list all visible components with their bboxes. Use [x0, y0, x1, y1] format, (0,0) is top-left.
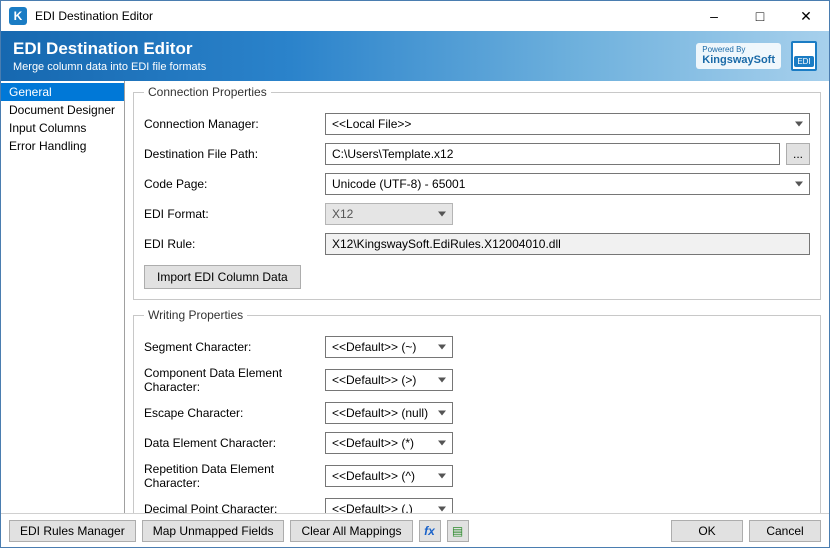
- sidebar: General Document Designer Input Columns …: [1, 81, 125, 513]
- edi-format-label: EDI Format:: [144, 207, 319, 221]
- column-icon-button[interactable]: ▤: [447, 520, 469, 542]
- writing-properties: Writing Properties Segment Character: <<…: [133, 308, 821, 513]
- edi-rule-label: EDI Rule:: [144, 237, 319, 251]
- logo-powered-by: Powered By: [702, 46, 775, 54]
- segment-char-select[interactable]: <<Default>> (~): [325, 336, 453, 358]
- segment-char-label: Segment Character:: [144, 340, 319, 354]
- component-data-elem-select[interactable]: <<Default>> (>): [325, 369, 453, 391]
- window-title: EDI Destination Editor: [35, 9, 691, 23]
- ok-button[interactable]: OK: [671, 520, 743, 542]
- edi-rules-manager-button[interactable]: EDI Rules Manager: [9, 520, 136, 542]
- sidebar-item-error-handling[interactable]: Error Handling: [1, 137, 124, 155]
- maximize-button[interactable]: □: [737, 1, 783, 31]
- window: K EDI Destination Editor – □ ✕ EDI Desti…: [0, 0, 830, 548]
- banner-logo: Powered By KingswaySoft EDI: [696, 41, 817, 71]
- banner: EDI Destination Editor Merge column data…: [1, 31, 829, 81]
- writing-legend: Writing Properties: [144, 308, 247, 322]
- connection-legend: Connection Properties: [144, 85, 271, 99]
- edi-rule-input: [325, 233, 810, 255]
- connection-manager-label: Connection Manager:: [144, 117, 319, 131]
- code-page-select[interactable]: Unicode (UTF-8) - 65001: [325, 173, 810, 195]
- window-controls: – □ ✕: [691, 1, 829, 31]
- content: General Document Designer Input Columns …: [1, 81, 829, 513]
- connection-properties: Connection Properties Connection Manager…: [133, 85, 821, 300]
- browse-button[interactable]: ...: [786, 143, 810, 165]
- decimal-point-label: Decimal Point Character:: [144, 502, 319, 513]
- main-panel: Connection Properties Connection Manager…: [125, 81, 829, 513]
- minimize-button[interactable]: –: [691, 1, 737, 31]
- banner-title: EDI Destination Editor: [13, 39, 696, 59]
- sidebar-item-input-columns[interactable]: Input Columns: [1, 119, 124, 137]
- code-page-label: Code Page:: [144, 177, 319, 191]
- banner-subtitle: Merge column data into EDI file formats: [13, 61, 696, 73]
- sidebar-item-general[interactable]: General: [1, 83, 124, 101]
- destination-path-label: Destination File Path:: [144, 147, 319, 161]
- clear-all-mappings-button[interactable]: Clear All Mappings: [290, 520, 412, 542]
- map-unmapped-fields-button[interactable]: Map Unmapped Fields: [142, 520, 285, 542]
- cancel-button[interactable]: Cancel: [749, 520, 821, 542]
- edi-file-icon: EDI: [791, 41, 817, 71]
- edi-format-select: X12: [325, 203, 453, 225]
- titlebar: K EDI Destination Editor – □ ✕: [1, 1, 829, 31]
- repetition-data-elem-select[interactable]: <<Default>> (^): [325, 465, 453, 487]
- data-elem-select[interactable]: <<Default>> (*): [325, 432, 453, 454]
- decimal-point-select[interactable]: <<Default>> (.): [325, 498, 453, 513]
- expression-icon-button[interactable]: fx: [419, 520, 441, 542]
- app-icon: K: [9, 7, 27, 25]
- logo-name: KingswaySoft: [702, 54, 775, 66]
- import-edi-column-data-button[interactable]: Import EDI Column Data: [144, 265, 301, 289]
- data-elem-label: Data Element Character:: [144, 436, 319, 450]
- sidebar-item-document-designer[interactable]: Document Designer: [1, 101, 124, 119]
- escape-char-select[interactable]: <<Default>> (null): [325, 402, 453, 424]
- edi-badge-label: EDI: [794, 56, 813, 67]
- fx-icon: fx: [424, 524, 435, 538]
- connection-manager-select[interactable]: <<Local File>>: [325, 113, 810, 135]
- kingswaysoft-logo: Powered By KingswaySoft: [696, 43, 781, 69]
- close-button[interactable]: ✕: [783, 1, 829, 31]
- banner-text: EDI Destination Editor Merge column data…: [13, 39, 696, 73]
- destination-path-input[interactable]: [325, 143, 780, 165]
- repetition-data-elem-label: Repetition Data Element Character:: [144, 462, 319, 490]
- columns-icon: ▤: [452, 524, 463, 538]
- component-data-elem-label: Component Data Element Character:: [144, 366, 319, 394]
- footer: EDI Rules Manager Map Unmapped Fields Cl…: [1, 513, 829, 547]
- escape-char-label: Escape Character:: [144, 406, 319, 420]
